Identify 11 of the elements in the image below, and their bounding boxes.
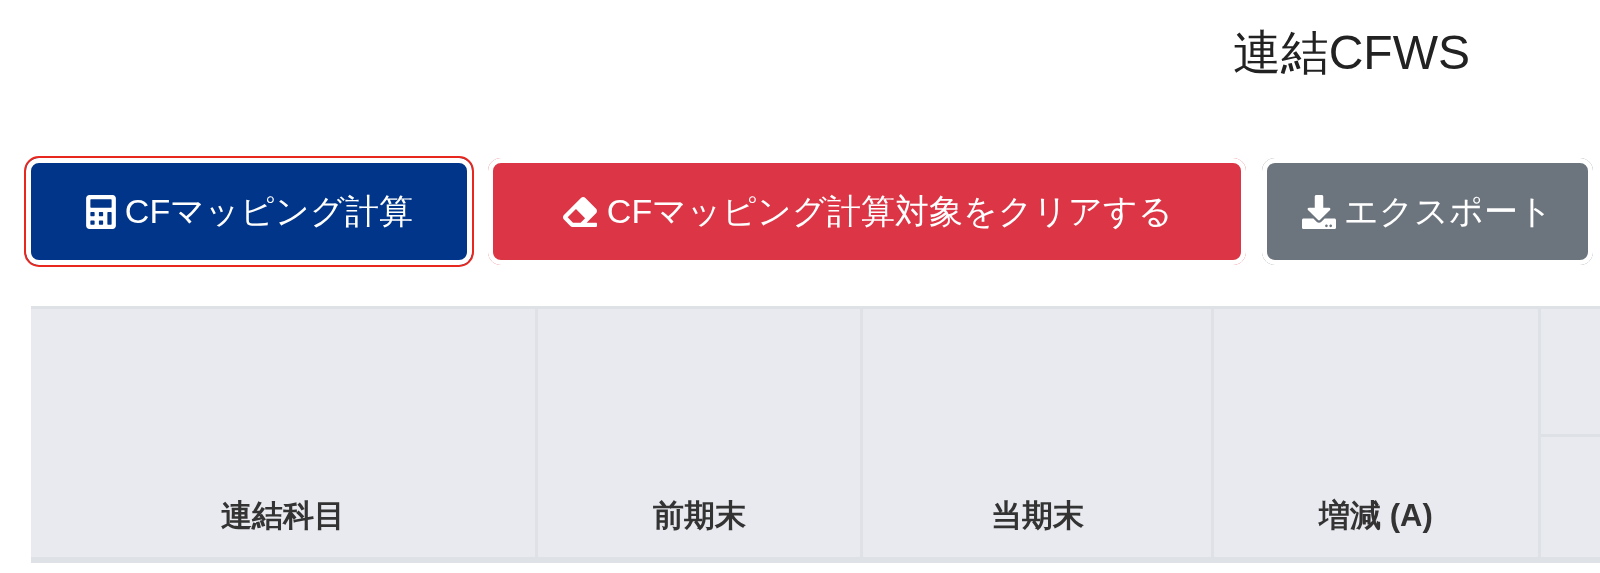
download-icon	[1302, 194, 1336, 229]
column-header: 当期末	[863, 309, 1214, 563]
page-title: 連結CFWS	[1232, 25, 1470, 81]
action-button[interactable]: エクスポート	[1260, 156, 1595, 267]
action-button[interactable]: CFマッピング計算	[24, 156, 474, 267]
column-header: 増減 (A)	[1214, 309, 1541, 563]
action-button[interactable]: CFマッピング計算対象をクリアする	[486, 156, 1248, 267]
column-header: 前期末	[538, 309, 863, 563]
column-header: 連結科目	[31, 309, 538, 563]
eraser-icon	[560, 194, 599, 229]
calculator-icon	[84, 194, 117, 229]
